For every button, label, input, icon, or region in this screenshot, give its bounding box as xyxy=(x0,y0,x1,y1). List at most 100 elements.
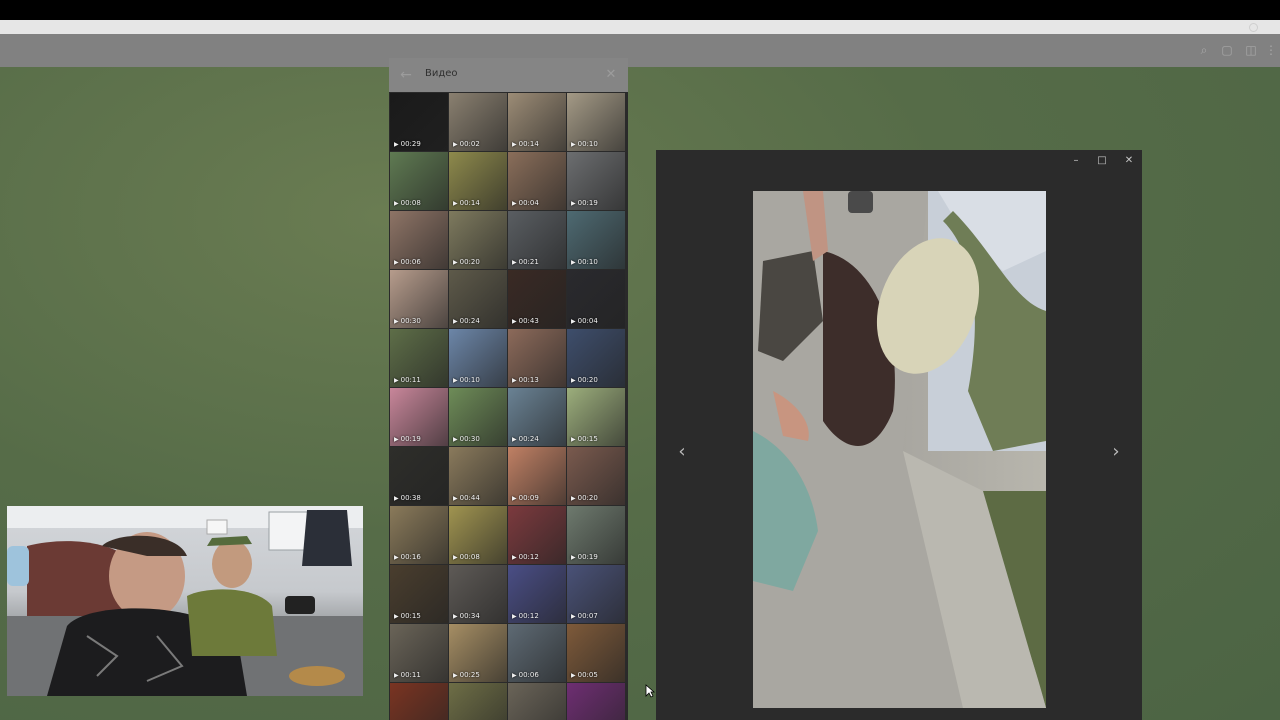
video-frame[interactable] xyxy=(753,191,1046,708)
video-duration: 00:20 xyxy=(453,258,480,266)
video-duration: 00:08 xyxy=(453,553,480,561)
video-thumbnail[interactable]: 00:12 xyxy=(508,565,566,623)
screen-top-bar xyxy=(0,0,1280,20)
media-viewer: – □ ✕ ‹ › xyxy=(656,150,1142,720)
video-thumbnail[interactable]: 00:08 xyxy=(390,152,448,210)
more-icon[interactable]: ⋮ xyxy=(1264,43,1278,57)
video-thumbnail[interactable]: 00:10 xyxy=(449,329,507,387)
video-grid: 00:2900:0200:1400:1000:0800:1400:0400:19… xyxy=(390,93,628,720)
video-thumbnail[interactable]: 00:20 xyxy=(567,447,625,505)
status-dot-icon xyxy=(1249,23,1258,32)
video-duration: 00:14 xyxy=(453,199,480,207)
video-duration: 00:12 xyxy=(512,612,539,620)
video-thumbnail[interactable]: 00:06 xyxy=(508,624,566,682)
video-thumbnail[interactable]: 00:43 xyxy=(508,270,566,328)
sidebar-toggle-icon[interactable]: ◫ xyxy=(1244,43,1258,57)
video-thumbnail[interactable]: 00:19 xyxy=(567,506,625,564)
video-thumbnail[interactable]: 00:25 xyxy=(449,624,507,682)
video-thumbnail[interactable]: 00:05 xyxy=(567,624,625,682)
video-thumbnail[interactable]: 00:24 xyxy=(508,388,566,446)
video-duration: 00:08 xyxy=(394,199,421,207)
video-duration: 00:20 xyxy=(571,494,598,502)
prev-media-button[interactable]: ‹ xyxy=(672,442,692,462)
video-thumbnail[interactable]: 00:09 xyxy=(508,447,566,505)
video-thumbnail[interactable]: 00:29 xyxy=(390,93,448,151)
video-thumbnail[interactable]: 00:16 xyxy=(390,506,448,564)
video-thumbnail[interactable]: 00:04 xyxy=(567,270,625,328)
video-thumbnail[interactable]: 00:19 xyxy=(390,388,448,446)
browser-strip xyxy=(0,20,1280,34)
next-media-button[interactable]: › xyxy=(1106,442,1126,462)
video-duration: 00:06 xyxy=(394,258,421,266)
search-icon[interactable]: ⌕ xyxy=(1197,43,1211,57)
video-thumbnail[interactable]: 00:14 xyxy=(449,152,507,210)
video-thumbnail[interactable]: 00:02 xyxy=(449,93,507,151)
video-thumbnail[interactable]: 00:24 xyxy=(508,683,566,720)
video-duration: 00:29 xyxy=(394,140,421,148)
maximize-button[interactable]: □ xyxy=(1092,153,1112,169)
video-thumbnail[interactable]: 00:30 xyxy=(449,388,507,446)
video-duration: 00:09 xyxy=(512,494,539,502)
video-duration: 00:24 xyxy=(512,435,539,443)
video-duration: 00:21 xyxy=(512,258,539,266)
minimize-button[interactable]: – xyxy=(1066,153,1086,169)
video-thumbnail[interactable]: 00:08 xyxy=(390,683,448,720)
video-duration: 00:10 xyxy=(571,140,598,148)
video-thumbnail[interactable]: 00:14 xyxy=(449,683,507,720)
video-duration: 00:10 xyxy=(571,258,598,266)
close-icon[interactable]: ✕ xyxy=(602,66,620,84)
video-duration: 00:19 xyxy=(394,435,421,443)
video-thumbnail[interactable]: 00:10 xyxy=(567,93,625,151)
app-toolbar: ⌕ ▢ ◫ ⋮ xyxy=(0,34,1280,67)
video-duration: 00:15 xyxy=(571,435,598,443)
video-duration: 00:30 xyxy=(394,317,421,325)
video-thumbnail[interactable]: 00:20 xyxy=(567,329,625,387)
video-duration: 00:20 xyxy=(571,376,598,384)
panel-header: ← Видео ✕ xyxy=(389,58,628,92)
video-thumbnail[interactable]: 00:38 xyxy=(390,447,448,505)
video-duration: 00:44 xyxy=(453,494,480,502)
video-duration: 00:19 xyxy=(571,553,598,561)
video-thumbnail[interactable]: 00:44 xyxy=(449,447,507,505)
video-duration: 00:19 xyxy=(571,199,598,207)
video-thumbnail[interactable]: 00:12 xyxy=(508,506,566,564)
video-duration: 00:14 xyxy=(512,140,539,148)
video-duration: 00:15 xyxy=(394,612,421,620)
video-thumbnail[interactable]: 00:30 xyxy=(390,270,448,328)
video-thumbnail[interactable]: 00:24 xyxy=(567,683,625,720)
video-duration: 00:07 xyxy=(571,612,598,620)
video-thumbnail[interactable]: 00:14 xyxy=(508,93,566,151)
video-thumbnail[interactable]: 00:24 xyxy=(449,270,507,328)
video-thumbnail[interactable]: 00:04 xyxy=(508,152,566,210)
video-thumbnail[interactable]: 00:19 xyxy=(567,152,625,210)
video-duration: 00:34 xyxy=(453,612,480,620)
video-thumbnail[interactable]: 00:06 xyxy=(390,211,448,269)
video-duration: 00:11 xyxy=(394,376,421,384)
video-thumbnail[interactable]: 00:20 xyxy=(449,211,507,269)
webcam-image xyxy=(7,506,363,696)
video-list-panel: ← Видео ✕ 00:2900:0200:1400:1000:0800:14… xyxy=(389,58,628,720)
chat-icon[interactable]: ▢ xyxy=(1220,43,1234,57)
video-thumbnail[interactable]: 00:11 xyxy=(390,329,448,387)
video-thumbnail[interactable]: 00:21 xyxy=(508,211,566,269)
video-thumbnail[interactable]: 00:08 xyxy=(449,506,507,564)
mouse-cursor-icon xyxy=(645,684,655,698)
video-thumbnail[interactable]: 00:10 xyxy=(567,211,625,269)
video-thumbnail[interactable]: 00:11 xyxy=(390,624,448,682)
video-duration: 00:12 xyxy=(512,553,539,561)
video-thumbnail[interactable]: 00:07 xyxy=(567,565,625,623)
video-duration: 00:06 xyxy=(512,671,539,679)
close-button[interactable]: ✕ xyxy=(1119,153,1139,169)
video-duration: 00:43 xyxy=(512,317,539,325)
video-duration: 00:30 xyxy=(453,435,480,443)
video-thumbnail[interactable]: 00:34 xyxy=(449,565,507,623)
video-duration: 00:13 xyxy=(512,376,539,384)
video-thumbnail[interactable]: 00:15 xyxy=(390,565,448,623)
video-thumbnail[interactable]: 00:13 xyxy=(508,329,566,387)
video-duration: 00:25 xyxy=(453,671,480,679)
back-arrow-icon[interactable]: ← xyxy=(397,66,415,84)
video-thumbnail[interactable]: 00:15 xyxy=(567,388,625,446)
video-duration: 00:10 xyxy=(453,376,480,384)
panel-title: Видео xyxy=(425,68,458,79)
video-duration: 00:04 xyxy=(571,317,598,325)
